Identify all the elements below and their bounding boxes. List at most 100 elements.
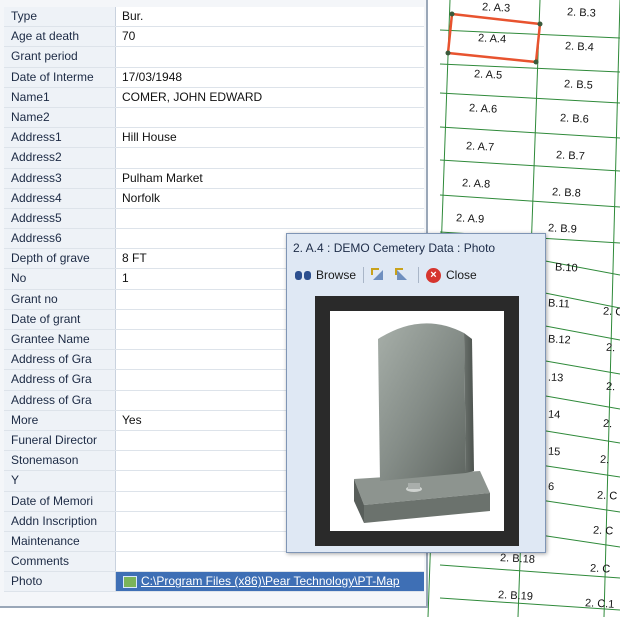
plot-label[interactable]: 2. C: [603, 305, 620, 318]
attribute-value[interactable]: Norfolk: [116, 188, 424, 208]
plot-label-selected[interactable]: 2. A.4: [478, 32, 507, 45]
attribute-row[interactable]: Photo C:\Program Files (x86)\Pear Technol…: [4, 572, 424, 593]
attribute-row[interactable]: Name2: [4, 107, 424, 129]
attribute-label: Date of Interme: [4, 67, 116, 87]
attribute-label: Age at death: [4, 27, 116, 47]
attribute-row[interactable]: Address2: [4, 148, 424, 169]
plot-label[interactable]: B.11: [548, 297, 570, 310]
photo-toolbar: Browse × Close: [291, 262, 541, 288]
attribute-value[interactable]: Pulham Market: [116, 168, 424, 188]
attribute-label: Comments: [4, 552, 116, 572]
plot-label[interactable]: 2. C.1: [585, 597, 615, 611]
attribute-label: Name1: [4, 87, 116, 107]
image-file-icon: [123, 575, 137, 588]
attribute-label: Grant no: [4, 289, 116, 309]
plot-label[interactable]: 2. A.3: [482, 1, 511, 14]
plot-label[interactable]: 2.: [606, 381, 616, 393]
plot-label[interactable]: .13: [548, 372, 564, 385]
plot-label[interactable]: 2. A.6: [469, 102, 498, 115]
attribute-label: Address of Gra: [4, 350, 116, 370]
attribute-label: Address4: [4, 188, 116, 208]
browse-button-label: Browse: [316, 268, 357, 282]
attribute-label: Maintenance: [4, 531, 116, 552]
plot-label[interactable]: 2.: [600, 454, 610, 466]
attribute-label: Stonemason: [4, 451, 116, 471]
rotate-right-icon: [395, 268, 411, 282]
attribute-row[interactable]: Address4 Norfolk: [4, 188, 424, 209]
plot-label[interactable]: 2. C: [597, 489, 618, 502]
plot-label[interactable]: 2. C: [590, 562, 611, 575]
rotate-left-button[interactable]: [367, 264, 391, 286]
close-icon: ×: [426, 267, 442, 283]
attribute-value[interactable]: 70: [116, 27, 424, 47]
plot-label[interactable]: 2. B.19: [498, 589, 533, 603]
attribute-row[interactable]: Address1 Hill House: [4, 128, 424, 149]
plot-label[interactable]: 2. B.9: [548, 222, 577, 235]
attribute-row[interactable]: Type Bur.: [4, 7, 424, 28]
attribute-label: Address6: [4, 229, 116, 249]
plot-label[interactable]: 2. B.18: [500, 552, 535, 566]
plot-label[interactable]: 2. A.9: [456, 212, 485, 225]
plot-label[interactable]: 2. B.3: [567, 6, 596, 19]
attribute-label: Photo: [4, 572, 116, 592]
attribute-value[interactable]: [116, 148, 424, 168]
plot-label[interactable]: 2. B.4: [565, 40, 594, 53]
plot-label[interactable]: B.12: [548, 333, 571, 346]
attribute-row[interactable]: Address5: [4, 208, 424, 230]
attribute-value[interactable]: [116, 208, 424, 229]
attribute-label: Address3: [4, 168, 116, 188]
attribute-label: Grantee Name: [4, 330, 116, 350]
plot-label[interactable]: B.10: [555, 261, 578, 274]
attribute-value[interactable]: [116, 47, 424, 67]
toolbar-separator: [363, 267, 365, 283]
attribute-label: Date of Memori: [4, 491, 116, 511]
attribute-label: Name2: [4, 107, 116, 128]
attribute-label: Addn Inscription: [4, 511, 116, 531]
photo-window-title: 2. A.4 : DEMO Cemetery Data : Photo: [293, 241, 496, 255]
attribute-label: Grant period: [4, 47, 116, 67]
attribute-value[interactable]: COMER, JOHN EDWARD: [116, 87, 424, 107]
plot-label[interactable]: 2. B.6: [560, 112, 589, 125]
plot-label[interactable]: 2.: [606, 342, 616, 354]
plot-label[interactable]: 2. B.8: [552, 186, 581, 199]
attribute-label: Y: [4, 471, 116, 491]
attribute-value[interactable]: [116, 107, 424, 128]
attribute-row[interactable]: Grant period: [4, 47, 424, 68]
plot-label[interactable]: 2. B.5: [564, 78, 593, 91]
plot-label[interactable]: 2. A.5: [474, 68, 503, 81]
attribute-row[interactable]: Name1 COMER, JOHN EDWARD: [4, 87, 424, 108]
attribute-row[interactable]: Address3 Pulham Market: [4, 168, 424, 189]
attribute-row[interactable]: Date of Interme 17/03/1948: [4, 67, 424, 88]
plot-label[interactable]: 2.: [603, 418, 613, 430]
attribute-label: Address5: [4, 208, 116, 229]
plot-label[interactable]: 2. A.7: [466, 140, 495, 153]
browse-button[interactable]: Browse: [291, 264, 360, 286]
attribute-row[interactable]: Age at death 70: [4, 27, 424, 48]
plot-label[interactable]: 14: [548, 409, 561, 422]
attribute-label: Address of Gra: [4, 390, 116, 410]
rotate-left-icon: [371, 268, 387, 282]
toolbar-separator: [418, 267, 420, 283]
photo-path-text: C:\Program Files (x86)\Pear Technology\P…: [141, 574, 400, 589]
attribute-value[interactable]: 17/03/1948: [116, 67, 424, 87]
attribute-value[interactable]: Bur.: [116, 7, 424, 27]
attribute-label: No: [4, 269, 116, 289]
plot-label[interactable]: 2. B.7: [556, 149, 585, 162]
headstone-image: [354, 323, 490, 523]
photo-path-link[interactable]: C:\Program Files (x86)\Pear Technology\P…: [116, 572, 424, 592]
plot-label[interactable]: 2. A.8: [462, 177, 491, 190]
plot-label[interactable]: 6: [548, 481, 555, 493]
rotate-right-button[interactable]: [391, 264, 415, 286]
attribute-value[interactable]: [116, 552, 424, 572]
attribute-value[interactable]: Hill House: [116, 128, 424, 148]
attribute-label: Address1: [4, 128, 116, 148]
attribute-label: Funeral Director: [4, 430, 116, 451]
close-button[interactable]: × Close: [422, 264, 481, 286]
plot-label[interactable]: 2. C: [593, 524, 614, 537]
attribute-label: Depth of grave: [4, 249, 116, 269]
attribute-label: Address2: [4, 148, 116, 168]
plot-label[interactable]: 15: [548, 446, 561, 459]
attribute-row[interactable]: Comments: [4, 552, 424, 573]
attribute-label: Address of Gra: [4, 370, 116, 390]
photo-window[interactable]: 2. A.4 : DEMO Cemetery Data : Photo Brow…: [286, 233, 546, 553]
